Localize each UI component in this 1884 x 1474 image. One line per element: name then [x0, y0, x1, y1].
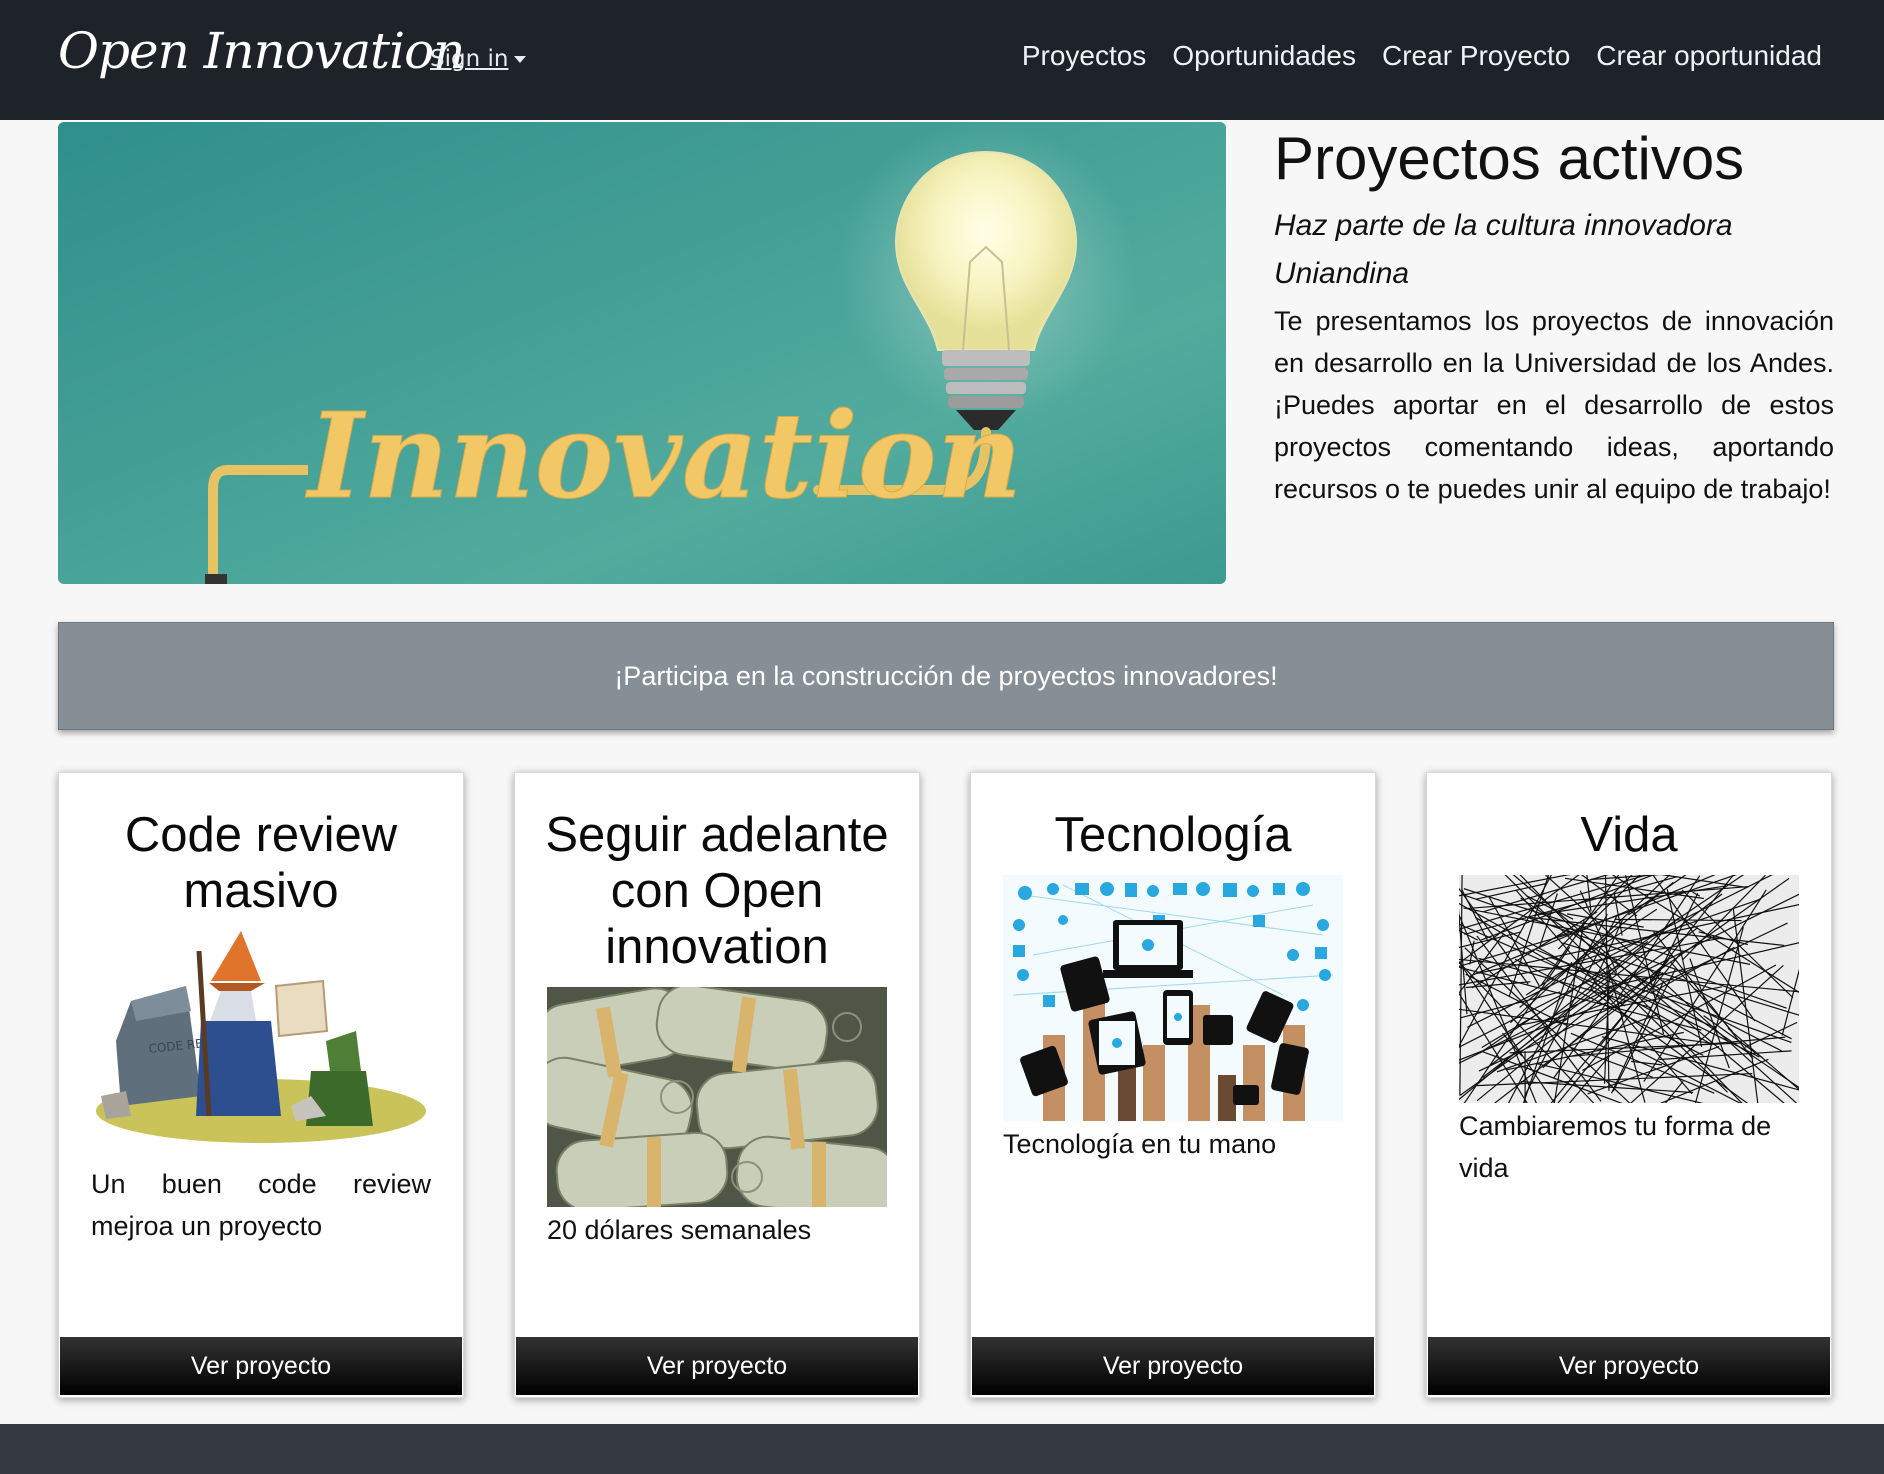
navbar: Open Innovation Sign in Proyectos Oportu… — [0, 0, 1884, 120]
signin-dropdown[interactable]: Sign in — [430, 46, 527, 72]
signin-label: Sign in — [430, 46, 509, 72]
nav-crear-proyecto[interactable]: Crear Proyecto — [1382, 40, 1570, 72]
card-text: Cambiaremos tu forma de vida — [1459, 1111, 1772, 1183]
nav-proyectos[interactable]: Proyectos — [1022, 40, 1147, 72]
card-title: Tecnología — [1054, 808, 1292, 862]
ver-proyecto-button[interactable]: Ver proyecto — [1428, 1337, 1830, 1395]
intro-description: Te presentamos los proyectos de innovaci… — [1274, 306, 1834, 504]
caret-down-icon — [514, 56, 527, 63]
project-card: Tecnología Tecnología en tu mano Ver pro… — [970, 772, 1376, 1398]
brand-logo[interactable]: Open Innovation — [58, 22, 465, 80]
card-text: 20 dólares semanales — [547, 1215, 812, 1245]
participa-banner: ¡Participa en la construcción de proyect… — [58, 622, 1834, 730]
ver-proyecto-button[interactable]: Ver proyecto — [516, 1337, 918, 1395]
wizard-code-review-image: CODE REVIEW — [96, 931, 426, 1143]
ver-proyecto-button[interactable]: Ver proyecto — [972, 1337, 1374, 1395]
intro-section: Proyectos activos Haz parte de la cultur… — [1274, 124, 1834, 510]
card-title: Vida — [1580, 808, 1678, 862]
page-title: Proyectos activos — [1274, 125, 1745, 192]
card-text: Un buen code review mejroa un proyecto — [91, 1169, 431, 1241]
tagline: Haz parte de la cultura innovadora Unian… — [1274, 209, 1733, 290]
hero-image-text: Innovation — [305, 386, 1022, 525]
card-title: Code review masivo — [124, 808, 398, 918]
project-card: Seguir adelante con Open innovation 20 d… — [514, 772, 920, 1398]
tech-hands-image — [1003, 875, 1343, 1121]
nav-crear-oportunidad[interactable]: Crear oportunidad — [1596, 40, 1822, 72]
project-card: Code review masivo CODE REVIEW Un buen c… — [58, 772, 464, 1398]
hero-image: Innovation — [58, 122, 1226, 584]
project-card: Vida Cambiaremos tu forma de vida Ver pr… — [1426, 772, 1832, 1398]
banner-text: ¡Participa en la construcción de proyect… — [614, 660, 1278, 691]
card-text: Tecnología en tu mano — [1003, 1129, 1277, 1159]
money-rolls-image — [547, 987, 887, 1207]
card-title: Seguir adelante con Open innovation — [545, 808, 889, 974]
nav-links: Proyectos Oportunidades Crear Proyecto C… — [1022, 40, 1822, 72]
black-lines-image — [1459, 875, 1799, 1103]
ver-proyecto-button[interactable]: Ver proyecto — [60, 1337, 462, 1395]
footer — [0, 1424, 1884, 1474]
nav-oportunidades[interactable]: Oportunidades — [1172, 40, 1356, 72]
